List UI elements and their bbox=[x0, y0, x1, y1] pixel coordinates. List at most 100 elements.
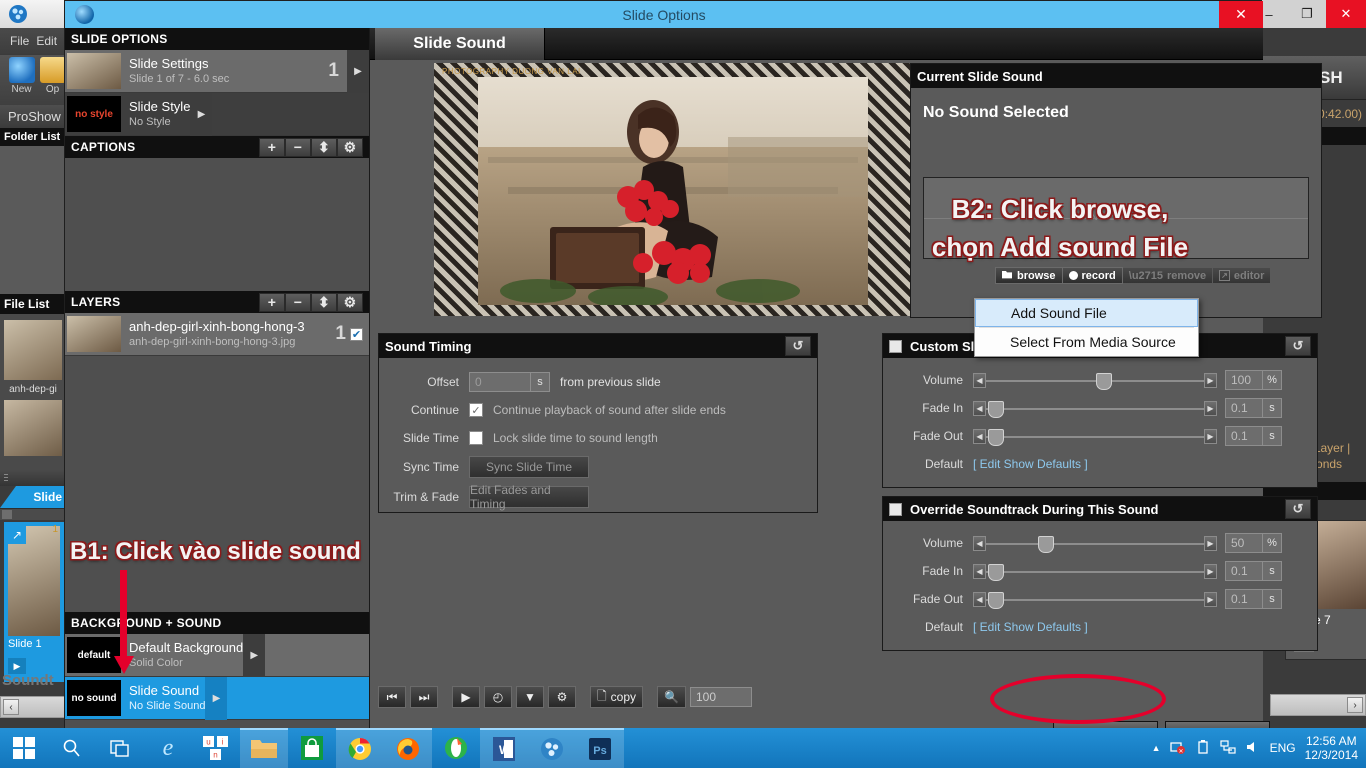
tab-slide-sound[interactable]: Slide Sound bbox=[375, 28, 545, 60]
start-icon[interactable] bbox=[0, 728, 48, 768]
folder-list-body[interactable] bbox=[0, 146, 66, 294]
chrome-icon[interactable] bbox=[336, 728, 384, 768]
slide-list-item[interactable]: 1 ↗ Slide 1 ▶ bbox=[4, 522, 64, 682]
custom-fadein-slider[interactable] bbox=[986, 400, 1204, 418]
custom-volume-value[interactable]: 100 bbox=[1225, 370, 1263, 390]
slider-thumb[interactable] bbox=[988, 591, 1004, 609]
expand-icon[interactable]: ↗ bbox=[8, 526, 26, 544]
slider-left-arrow-icon[interactable]: ◀ bbox=[973, 428, 986, 444]
slider-right-arrow-icon[interactable]: ▶ bbox=[1204, 591, 1217, 607]
task-view-icon[interactable] bbox=[96, 728, 144, 768]
override-volume-slider[interactable] bbox=[986, 535, 1204, 553]
file-list-scrollbar[interactable] bbox=[0, 470, 66, 486]
slider-thumb[interactable] bbox=[1038, 535, 1054, 553]
slider-right-arrow-icon[interactable]: ▶ bbox=[1204, 400, 1217, 416]
add-caption-button[interactable]: + bbox=[259, 137, 285, 157]
file-explorer-icon[interactable] bbox=[240, 728, 288, 768]
slider-right-arrow-icon[interactable]: ▶ bbox=[1204, 428, 1217, 444]
unikey-icon[interactable]: u in bbox=[192, 728, 240, 768]
browse-button[interactable]: browse bbox=[995, 267, 1063, 284]
search-icon[interactable] bbox=[48, 728, 96, 768]
word-icon[interactable]: W bbox=[480, 728, 528, 768]
record-button[interactable]: record bbox=[1062, 267, 1123, 284]
layer-list-item[interactable]: anh-dep-girl-xinh-bong-hong-3 anh-dep-gi… bbox=[65, 313, 369, 356]
slider-right-arrow-icon[interactable]: ▶ bbox=[1204, 372, 1217, 388]
firefox-icon[interactable] bbox=[384, 728, 432, 768]
horizontal-scrollbar-left[interactable]: ‹ bbox=[0, 696, 66, 718]
chevron-right-icon[interactable]: ▶ bbox=[243, 633, 266, 677]
internet-explorer-icon[interactable]: e bbox=[144, 728, 192, 768]
network-icon[interactable] bbox=[1219, 739, 1236, 758]
network-error-icon[interactable]: ✕ bbox=[1169, 739, 1186, 758]
slider-thumb[interactable] bbox=[988, 563, 1004, 581]
next-slide-button[interactable]: ⏭ bbox=[410, 686, 438, 708]
layers-list[interactable] bbox=[65, 356, 369, 612]
reset-arrow-icon[interactable]: ↺ bbox=[1285, 499, 1311, 519]
captions-list[interactable] bbox=[65, 158, 369, 291]
menu-item-file[interactable]: File bbox=[10, 34, 29, 48]
file-thumbnail[interactable] bbox=[4, 400, 62, 456]
chevron-right-icon[interactable]: ▶ bbox=[205, 676, 228, 720]
custom-volume-slider[interactable] bbox=[986, 372, 1204, 390]
slider-right-arrow-icon[interactable]: ▶ bbox=[1204, 535, 1217, 551]
menu-item-add-sound-file[interactable]: Add Sound File bbox=[975, 299, 1198, 327]
override-fadein-value[interactable]: 0.1 bbox=[1225, 561, 1263, 581]
custom-fadein-value[interactable]: 0.1 bbox=[1225, 398, 1263, 418]
file-list-body[interactable]: anh-dep-gi bbox=[0, 314, 66, 470]
custom-fadeout-slider[interactable] bbox=[986, 428, 1204, 446]
zoom-value-input[interactable]: 100 bbox=[689, 687, 752, 707]
add-layer-button[interactable]: + bbox=[259, 292, 285, 312]
volume-icon[interactable] bbox=[1245, 739, 1261, 758]
timing-clock-button[interactable]: ◴ bbox=[484, 686, 512, 708]
reset-arrow-icon[interactable]: ↺ bbox=[785, 336, 811, 356]
settings-gear-button[interactable]: ⚙ bbox=[548, 686, 576, 708]
slider-left-arrow-icon[interactable]: ◀ bbox=[973, 563, 986, 579]
shield-button[interactable]: ▼ bbox=[516, 686, 544, 708]
battery-icon[interactable] bbox=[1195, 739, 1211, 758]
slider-right-arrow-icon[interactable]: ▶ bbox=[1204, 563, 1217, 579]
menu-item-edit[interactable]: Edit bbox=[36, 34, 57, 48]
app-maximize-button[interactable]: ❐ bbox=[1288, 0, 1326, 28]
offset-input[interactable]: 0 bbox=[469, 372, 531, 392]
reorder-layer-button[interactable]: ⬍ bbox=[311, 292, 337, 312]
override-soundtrack-checkbox[interactable] bbox=[889, 502, 902, 516]
slide-preview[interactable]: PHOTOGRAPHY DUONG VAN LAI bbox=[434, 63, 910, 316]
custom-slide-sound-checkbox[interactable] bbox=[889, 339, 902, 353]
remove-layer-button[interactable]: − bbox=[285, 292, 311, 312]
caption-settings-gear-icon[interactable]: ⚙ bbox=[337, 137, 363, 157]
show-hidden-icons-icon[interactable]: ▲ bbox=[1152, 743, 1161, 753]
reset-arrow-icon[interactable]: ↺ bbox=[1285, 336, 1311, 356]
slider-left-arrow-icon[interactable]: ◀ bbox=[973, 591, 986, 607]
file-thumbnail[interactable] bbox=[4, 320, 62, 380]
override-fadein-slider[interactable] bbox=[986, 563, 1204, 581]
sidebar-item-slide-settings[interactable]: Slide Settings Slide 1 of 7 - 6.0 sec 1 … bbox=[65, 49, 369, 93]
scroll-left-arrow-icon[interactable]: ‹ bbox=[3, 699, 19, 715]
slider-left-arrow-icon[interactable]: ◀ bbox=[973, 535, 986, 551]
override-fadeout-slider[interactable] bbox=[986, 591, 1204, 609]
app-close-button[interactable]: ✕ bbox=[1326, 0, 1366, 28]
dialog-close-button[interactable]: ✕ bbox=[1219, 1, 1263, 28]
horizontal-scrollbar-right[interactable]: › bbox=[1270, 694, 1366, 716]
play-button[interactable]: ▶ bbox=[452, 686, 480, 708]
slider-thumb[interactable] bbox=[1096, 372, 1112, 390]
layer-visibility-checkbox[interactable]: ✔ bbox=[350, 327, 363, 341]
slider-thumb[interactable] bbox=[988, 400, 1004, 418]
edit-show-defaults-link[interactable]: [ Edit Show Defaults ] bbox=[973, 620, 1088, 634]
toolbar-open-button[interactable]: Op bbox=[39, 57, 66, 105]
scroll-right-arrow-icon[interactable]: › bbox=[1347, 697, 1363, 713]
menu-item-select-from-media-source[interactable]: Select From Media Source bbox=[975, 328, 1198, 356]
override-volume-value[interactable]: 50 bbox=[1225, 533, 1263, 553]
remove-caption-button[interactable]: − bbox=[285, 137, 311, 157]
slider-left-arrow-icon[interactable]: ◀ bbox=[973, 372, 986, 388]
slide-time-checkbox[interactable] bbox=[469, 431, 483, 445]
chevron-right-icon[interactable]: ▶ bbox=[190, 92, 213, 136]
sidebar-item-slide-style[interactable]: no style Slide Style No Style ▶ bbox=[65, 92, 369, 136]
photoshop-icon[interactable]: Ps bbox=[576, 728, 624, 768]
layer-settings-gear-icon[interactable]: ⚙ bbox=[337, 292, 363, 312]
override-fadeout-value[interactable]: 0.1 bbox=[1225, 589, 1263, 609]
slider-left-arrow-icon[interactable]: ◀ bbox=[973, 400, 986, 416]
copy-button[interactable]: 🗋 copy bbox=[590, 686, 644, 708]
proshow-icon[interactable] bbox=[528, 728, 576, 768]
continue-checkbox[interactable]: ✓ bbox=[469, 403, 483, 417]
prev-slide-button[interactable]: ⏮ bbox=[378, 686, 406, 708]
